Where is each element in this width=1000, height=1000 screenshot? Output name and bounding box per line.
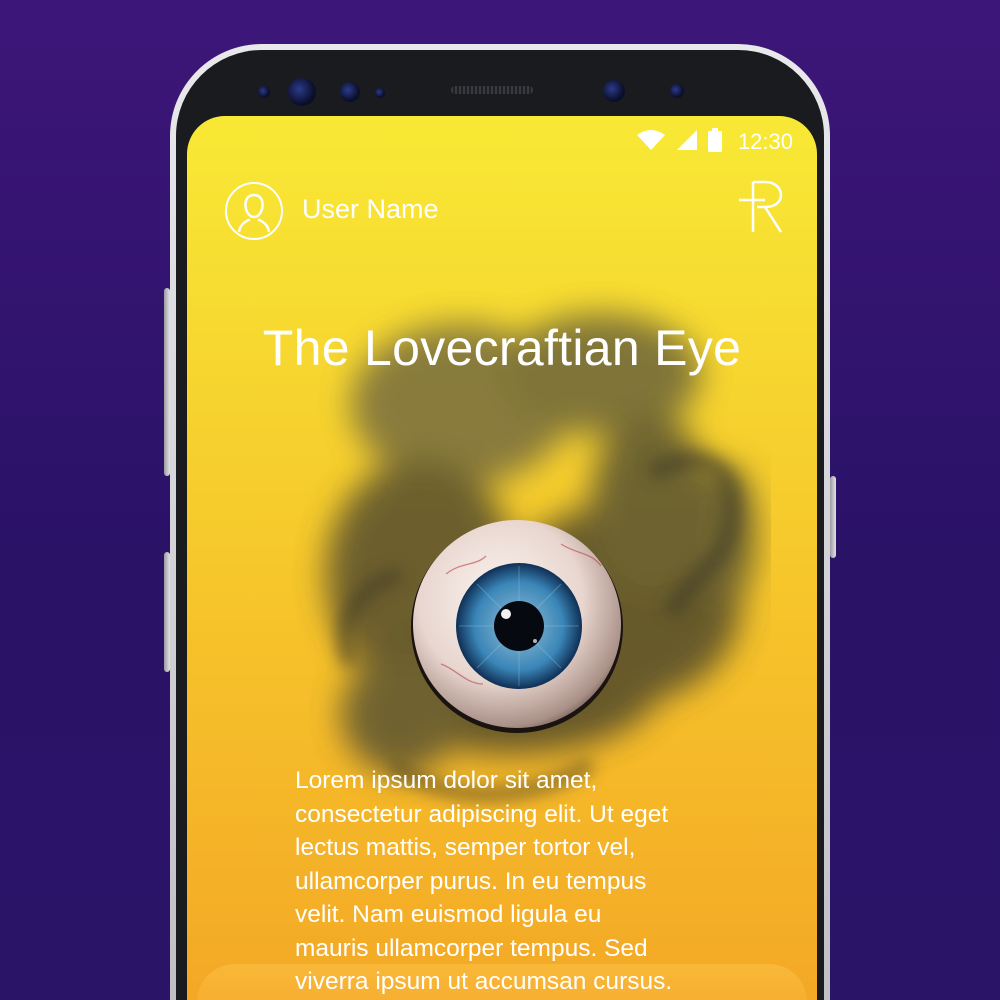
app-logo-icon[interactable] [735,176,787,240]
volume-button [164,552,170,672]
description-line: Lorem ipsum dolor sit amet, [295,767,598,794]
status-time: 12:30 [737,129,793,154]
front-camera-icon [288,78,316,106]
tertiary-sensor-icon [670,84,684,98]
page-title: The Lovecraftian Eye [262,320,742,376]
user-avatar-icon[interactable] [225,182,283,240]
description-line: ullamcorper purus. In eu tempus [295,867,647,895]
status-bar: 12:30 [636,127,793,157]
description-line: mauris ullamcorper tempus. Sed [295,934,648,962]
wifi-icon [636,129,666,156]
description-text: Lorem ipsum dolor sit amet, consectetur … [295,764,765,999]
iris-scanner-icon [340,82,360,102]
description-line: consectetur adipiscing elit. Ut eget [295,800,669,828]
app-screen: 12:30 User Name The Lovecraftian Eye Lor… [187,116,817,1000]
bixby-button [830,476,836,558]
cellular-signal-icon [676,129,698,156]
app-header: User Name [225,180,787,246]
description-line: velit. Nam euismod ligula eu [295,901,602,928]
battery-icon [707,127,722,157]
earpiece-speaker [451,86,533,94]
secondary-camera-icon [603,80,625,102]
proximity-sensor-icon [375,88,385,98]
light-sensor-icon [258,86,270,98]
description-line: viverra ipsum ut accumsan cursus. [295,968,673,995]
description-line: lectus mattis, semper tortor vel, [295,834,636,861]
power-button [164,288,170,476]
user-name[interactable]: User Name [302,194,439,225]
